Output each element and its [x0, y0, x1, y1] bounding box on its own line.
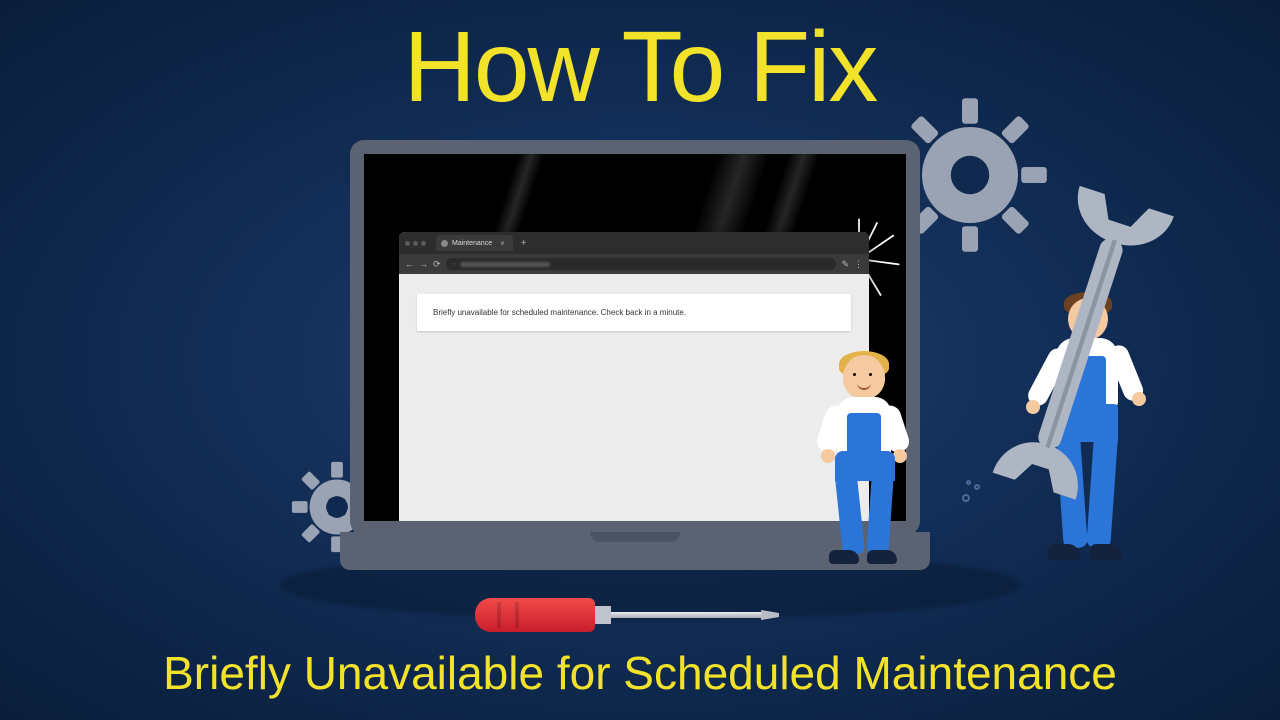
site-info-icon: ◌ — [452, 260, 456, 269]
back-icon[interactable]: ← — [405, 259, 414, 269]
forward-icon[interactable]: → — [419, 259, 428, 269]
maintenance-message: Briefly unavailable for scheduled mainte… — [417, 294, 851, 331]
headline-text: How To Fix — [0, 10, 1280, 125]
window-controls[interactable] — [405, 241, 426, 246]
menu-icon[interactable]: ⋮ — [854, 259, 863, 270]
browser-tabbar: Maintenance × + — [399, 232, 869, 254]
edit-icon[interactable]: ✎ — [841, 259, 849, 270]
close-icon[interactable]: × — [500, 239, 505, 248]
globe-icon — [441, 240, 448, 247]
page-body: Briefly unavailable for scheduled mainte… — [399, 274, 869, 351]
worker-sitting-illustration — [815, 355, 925, 605]
subheadline-text: Briefly Unavailable for Scheduled Mainte… — [0, 646, 1280, 700]
screwdriver-icon — [475, 592, 785, 638]
browser-window: Maintenance × + ← → ⟳ ◌ ✎ ⋮ Briefly unav… — [399, 232, 869, 521]
browser-toolbar: ← → ⟳ ◌ ✎ ⋮ — [399, 254, 869, 274]
new-tab-button[interactable]: + — [521, 238, 527, 249]
tab-label: Maintenance — [452, 240, 492, 247]
browser-tab[interactable]: Maintenance × — [436, 235, 513, 251]
worker-standing-illustration — [990, 280, 1190, 610]
url-blurred — [460, 262, 550, 267]
address-bar[interactable]: ◌ — [446, 258, 837, 270]
reload-icon[interactable]: ⟳ — [433, 259, 441, 270]
